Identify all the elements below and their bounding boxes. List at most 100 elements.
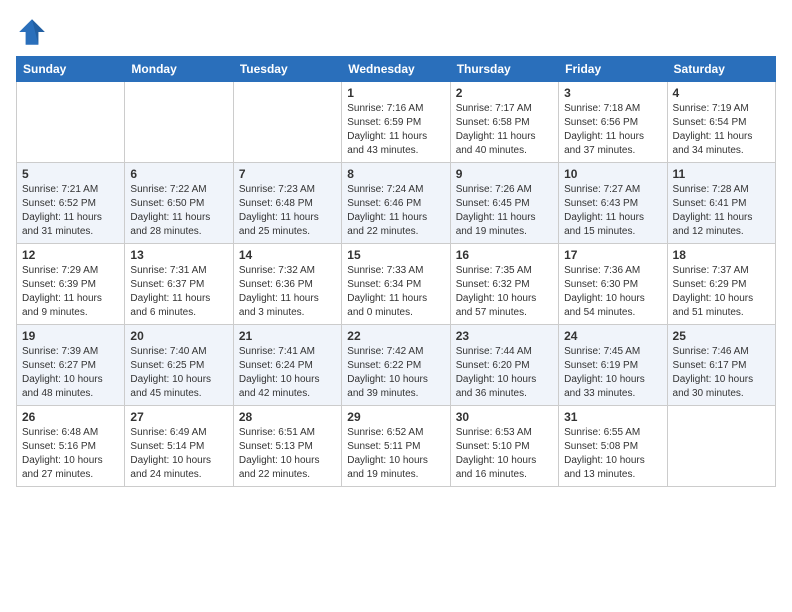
weekday-header-saturday: Saturday: [667, 57, 775, 82]
day-info: Sunrise: 7:26 AMSunset: 6:45 PMDaylight:…: [456, 183, 553, 239]
day-number: 8: [347, 167, 444, 181]
day-number: 12: [22, 248, 119, 262]
day-info: Sunrise: 7:17 AMSunset: 6:58 PMDaylight:…: [456, 102, 553, 158]
day-number: 25: [673, 329, 770, 343]
calendar-cell: 31 Sunrise: 6:55 AMSunset: 5:08 PMDayligh…: [559, 406, 667, 487]
calendar-cell: 13 Sunrise: 7:31 AMSunset: 6:37 PMDayligh…: [125, 244, 233, 325]
day-number: 10: [564, 167, 661, 181]
weekday-header-sunday: Sunday: [17, 57, 125, 82]
day-number: 31: [564, 410, 661, 424]
day-info: Sunrise: 7:41 AMSunset: 6:24 PMDaylight:…: [239, 345, 336, 401]
day-info: Sunrise: 7:33 AMSunset: 6:34 PMDaylight:…: [347, 264, 444, 320]
day-info: Sunrise: 7:32 AMSunset: 6:36 PMDaylight:…: [239, 264, 336, 320]
day-number: 30: [456, 410, 553, 424]
calendar-cell: 14 Sunrise: 7:32 AMSunset: 6:36 PMDayligh…: [233, 244, 341, 325]
day-number: 7: [239, 167, 336, 181]
calendar-cell: 8 Sunrise: 7:24 AMSunset: 6:46 PMDaylight…: [342, 163, 450, 244]
day-info: Sunrise: 7:40 AMSunset: 6:25 PMDaylight:…: [130, 345, 227, 401]
calendar-cell: 28 Sunrise: 6:51 AMSunset: 5:13 PMDayligh…: [233, 406, 341, 487]
day-number: 21: [239, 329, 336, 343]
calendar-header-row: SundayMondayTuesdayWednesdayThursdayFrid…: [17, 57, 776, 82]
weekday-header-thursday: Thursday: [450, 57, 558, 82]
logo: [16, 16, 52, 48]
day-info: Sunrise: 7:16 AMSunset: 6:59 PMDaylight:…: [347, 102, 444, 158]
logo-icon: [16, 16, 48, 48]
day-number: 15: [347, 248, 444, 262]
calendar-cell: 1 Sunrise: 7:16 AMSunset: 6:59 PMDaylight…: [342, 82, 450, 163]
day-info: Sunrise: 6:48 AMSunset: 5:16 PMDaylight:…: [22, 426, 119, 482]
day-info: Sunrise: 7:23 AMSunset: 6:48 PMDaylight:…: [239, 183, 336, 239]
day-number: 28: [239, 410, 336, 424]
day-number: 4: [673, 86, 770, 100]
day-info: Sunrise: 7:35 AMSunset: 6:32 PMDaylight:…: [456, 264, 553, 320]
calendar-cell: [17, 82, 125, 163]
day-info: Sunrise: 7:29 AMSunset: 6:39 PMDaylight:…: [22, 264, 119, 320]
day-number: 2: [456, 86, 553, 100]
day-number: 1: [347, 86, 444, 100]
day-number: 23: [456, 329, 553, 343]
day-number: 17: [564, 248, 661, 262]
calendar-cell: 9 Sunrise: 7:26 AMSunset: 6:45 PMDaylight…: [450, 163, 558, 244]
weekday-header-monday: Monday: [125, 57, 233, 82]
day-info: Sunrise: 6:49 AMSunset: 5:14 PMDaylight:…: [130, 426, 227, 482]
day-info: Sunrise: 7:27 AMSunset: 6:43 PMDaylight:…: [564, 183, 661, 239]
day-number: 24: [564, 329, 661, 343]
day-info: Sunrise: 7:18 AMSunset: 6:56 PMDaylight:…: [564, 102, 661, 158]
day-number: 13: [130, 248, 227, 262]
calendar-week-row: 1 Sunrise: 7:16 AMSunset: 6:59 PMDaylight…: [17, 82, 776, 163]
calendar-cell: 26 Sunrise: 6:48 AMSunset: 5:16 PMDayligh…: [17, 406, 125, 487]
day-info: Sunrise: 7:22 AMSunset: 6:50 PMDaylight:…: [130, 183, 227, 239]
day-info: Sunrise: 6:52 AMSunset: 5:11 PMDaylight:…: [347, 426, 444, 482]
calendar-cell: 19Sunrise: 7:39 AMSunset: 6:27 PMDayligh…: [17, 325, 125, 406]
calendar-cell: [125, 82, 233, 163]
day-info: Sunrise: 7:36 AMSunset: 6:30 PMDaylight:…: [564, 264, 661, 320]
day-number: 6: [130, 167, 227, 181]
calendar-week-row: 26 Sunrise: 6:48 AMSunset: 5:16 PMDayligh…: [17, 406, 776, 487]
calendar-cell: 25 Sunrise: 7:46 AMSunset: 6:17 PMDayligh…: [667, 325, 775, 406]
day-number: 18: [673, 248, 770, 262]
calendar-cell: [667, 406, 775, 487]
calendar-cell: 23 Sunrise: 7:44 AMSunset: 6:20 PMDayligh…: [450, 325, 558, 406]
calendar-cell: 12 Sunrise: 7:29 AMSunset: 6:39 PMDayligh…: [17, 244, 125, 325]
day-info: Sunrise: 7:44 AMSunset: 6:20 PMDaylight:…: [456, 345, 553, 401]
weekday-header-tuesday: Tuesday: [233, 57, 341, 82]
day-number: 5: [22, 167, 119, 181]
day-info: Sunrise: 7:31 AMSunset: 6:37 PMDaylight:…: [130, 264, 227, 320]
day-number: 26: [22, 410, 119, 424]
day-info: Sunrise: 6:55 AMSunset: 5:08 PMDaylight:…: [564, 426, 661, 482]
day-info: Sunrise: 7:28 AMSunset: 6:41 PMDaylight:…: [673, 183, 770, 239]
day-info: Sunrise: 6:51 AMSunset: 5:13 PMDaylight:…: [239, 426, 336, 482]
calendar-cell: 29Sunrise: 6:52 AMSunset: 5:11 PMDayligh…: [342, 406, 450, 487]
day-number: 16: [456, 248, 553, 262]
calendar-cell: 15 Sunrise: 7:33 AMSunset: 6:34 PMDayligh…: [342, 244, 450, 325]
page-header: [16, 16, 776, 48]
calendar-table: SundayMondayTuesdayWednesdayThursdayFrid…: [16, 56, 776, 487]
calendar-cell: 16 Sunrise: 7:35 AMSunset: 6:32 PMDayligh…: [450, 244, 558, 325]
calendar-cell: 7 Sunrise: 7:23 AMSunset: 6:48 PMDaylight…: [233, 163, 341, 244]
weekday-header-friday: Friday: [559, 57, 667, 82]
day-info: Sunrise: 7:24 AMSunset: 6:46 PMDaylight:…: [347, 183, 444, 239]
calendar-cell: 10 Sunrise: 7:27 AMSunset: 6:43 PMDayligh…: [559, 163, 667, 244]
day-number: 20: [130, 329, 227, 343]
calendar-week-row: 5 Sunrise: 7:21 AMSunset: 6:52 PMDaylight…: [17, 163, 776, 244]
day-number: 27: [130, 410, 227, 424]
day-info: Sunrise: 6:53 AMSunset: 5:10 PMDaylight:…: [456, 426, 553, 482]
day-number: 11: [673, 167, 770, 181]
calendar-cell: [233, 82, 341, 163]
calendar-cell: 2 Sunrise: 7:17 AMSunset: 6:58 PMDaylight…: [450, 82, 558, 163]
day-number: 19: [22, 329, 119, 343]
calendar-cell: 30 Sunrise: 6:53 AMSunset: 5:10 PMDayligh…: [450, 406, 558, 487]
day-info: Sunrise: 7:46 AMSunset: 6:17 PMDaylight:…: [673, 345, 770, 401]
calendar-cell: 17 Sunrise: 7:36 AMSunset: 6:30 PMDayligh…: [559, 244, 667, 325]
day-info: Sunrise: 7:21 AMSunset: 6:52 PMDaylight:…: [22, 183, 119, 239]
day-number: 14: [239, 248, 336, 262]
calendar-week-row: 19Sunrise: 7:39 AMSunset: 6:27 PMDayligh…: [17, 325, 776, 406]
calendar-week-row: 12 Sunrise: 7:29 AMSunset: 6:39 PMDayligh…: [17, 244, 776, 325]
calendar-cell: 27 Sunrise: 6:49 AMSunset: 5:14 PMDayligh…: [125, 406, 233, 487]
day-info: Sunrise: 7:19 AMSunset: 6:54 PMDaylight:…: [673, 102, 770, 158]
day-number: 9: [456, 167, 553, 181]
calendar-cell: 3Sunrise: 7:18 AMSunset: 6:56 PMDaylight…: [559, 82, 667, 163]
day-info: Sunrise: 7:42 AMSunset: 6:22 PMDaylight:…: [347, 345, 444, 401]
calendar-cell: 18Sunrise: 7:37 AMSunset: 6:29 PMDayligh…: [667, 244, 775, 325]
calendar-cell: 5 Sunrise: 7:21 AMSunset: 6:52 PMDaylight…: [17, 163, 125, 244]
